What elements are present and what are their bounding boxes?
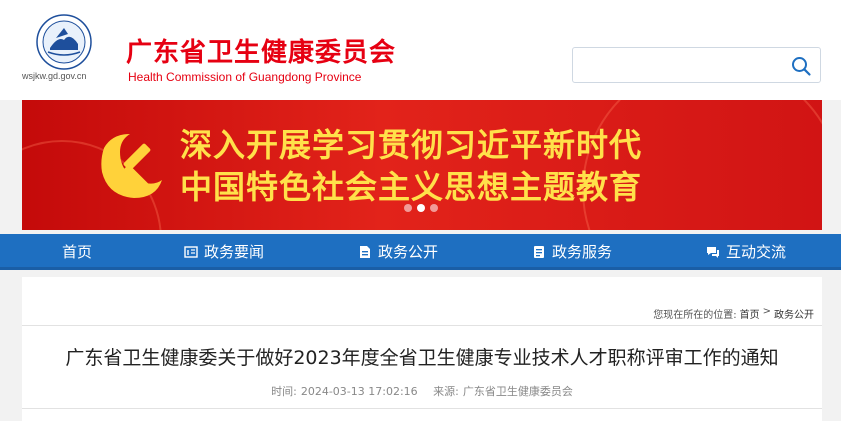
time-value: 2024-03-13 17:02:16 bbox=[300, 385, 418, 398]
divider bbox=[22, 325, 822, 326]
search-icon[interactable] bbox=[790, 55, 812, 77]
nav-item-home[interactable]: 首页 bbox=[62, 234, 92, 270]
source-label: 来源: bbox=[433, 385, 459, 398]
nav-item-interaction[interactable]: 互动交流 bbox=[706, 234, 786, 270]
breadcrumb: 您现在所在的位置: 首页 > 政务公开 bbox=[653, 306, 814, 321]
nav-item-label: 首页 bbox=[62, 243, 93, 261]
service-icon bbox=[534, 246, 544, 258]
news-icon bbox=[184, 246, 198, 258]
time-label: 时间: bbox=[271, 385, 297, 398]
nav-item-services[interactable]: 政务服务 bbox=[532, 234, 612, 270]
nav-item-label: 政务公开 bbox=[378, 243, 439, 261]
carousel-dot[interactable] bbox=[430, 204, 438, 212]
banner-headline-1: 深入开展学习贯彻习近平新时代 bbox=[180, 126, 643, 164]
main-nav: 首页 政务要闻 政务公开 政务服务 互动交流 bbox=[0, 234, 841, 270]
theme-banner[interactable]: 深入开展学习贯彻习近平新时代 中国特色社会主义思想主题教育 bbox=[22, 100, 822, 230]
breadcrumb-open-gov[interactable]: 政务公开 bbox=[774, 306, 814, 321]
site-domain: wsjkw.gd.gov.cn bbox=[22, 71, 87, 81]
divider bbox=[22, 408, 822, 409]
site-header: wsjkw.gd.gov.cn 广东省卫生健康委员会 Health Commis… bbox=[0, 0, 841, 100]
nav-item-label: 互动交流 bbox=[726, 243, 787, 261]
source-value: 广东省卫生健康委员会 bbox=[462, 385, 573, 398]
gd-health-emblem-icon[interactable] bbox=[36, 14, 92, 70]
site-title-en: Health Commission of Guangdong Province bbox=[128, 70, 362, 84]
carousel-dot-active[interactable] bbox=[417, 204, 425, 212]
search-box bbox=[572, 47, 821, 83]
breadcrumb-home[interactable]: 首页 bbox=[740, 306, 760, 321]
breadcrumb-prefix: 您现在所在的位置: bbox=[653, 310, 737, 321]
nav-item-open-gov[interactable]: 政务公开 bbox=[358, 234, 438, 270]
carousel-dots bbox=[404, 204, 438, 212]
article-meta: 时间: 2024-03-13 17:02:16 来源: 广东省卫生健康委员会 bbox=[22, 383, 822, 399]
breadcrumb-separator: > bbox=[762, 306, 771, 317]
site-title[interactable]: 广东省卫生健康委员会 bbox=[126, 32, 396, 69]
nav-item-label: 政务服务 bbox=[552, 243, 613, 261]
article-title: 广东省卫生健康委关于做好2023年度全省卫生健康专业技术人才职称评审工作的通知 bbox=[65, 347, 779, 369]
nav-item-news[interactable]: 政务要闻 bbox=[184, 234, 264, 270]
hammer-sickle-icon bbox=[101, 134, 162, 198]
nav-item-label: 政务要闻 bbox=[204, 243, 265, 261]
article-panel: 您现在所在的位置: 首页 > 政务公开 广东省卫生健康委关于做好2023年度全省… bbox=[22, 277, 822, 421]
chat-icon bbox=[707, 247, 719, 258]
search-input[interactable] bbox=[579, 54, 779, 76]
carousel-dot[interactable] bbox=[404, 204, 412, 212]
article-time: 时间: 2024-03-13 17:02:16 bbox=[271, 385, 418, 398]
document-icon bbox=[360, 246, 370, 258]
banner-headline-2: 中国特色社会主义思想主题教育 bbox=[180, 168, 643, 206]
article-source: 来源: 广东省卫生健康委员会 bbox=[433, 385, 573, 398]
